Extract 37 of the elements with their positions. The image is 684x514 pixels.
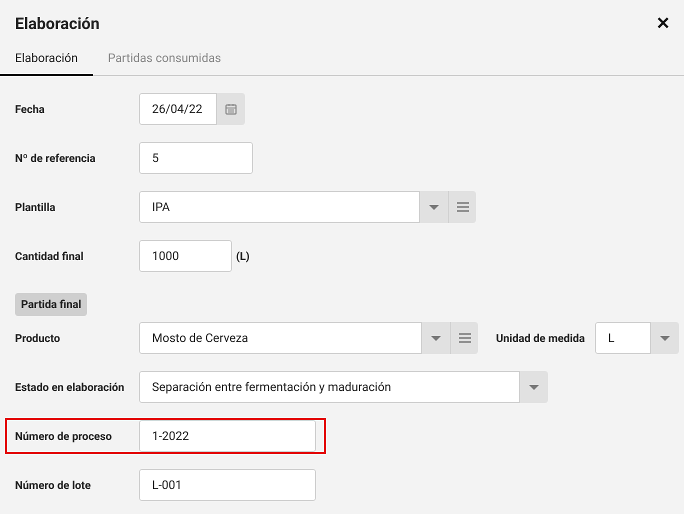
- tab[interactable]: Elaboración: [0, 47, 93, 76]
- field-label: Producto: [15, 332, 62, 344]
- select-field[interactable]: IPA: [139, 191, 420, 223]
- menu-icon: [456, 202, 468, 212]
- text-field[interactable]: L-001: [139, 469, 316, 501]
- field-label: Unidad de medida: [496, 332, 586, 344]
- dropdown-button[interactable]: [651, 322, 679, 354]
- field-label: Plantilla: [15, 200, 56, 214]
- select-field[interactable]: Mosto de Cerveza: [139, 322, 422, 354]
- caret-icon: [429, 204, 439, 210]
- field-label: Número de proceso: [15, 430, 113, 442]
- list-button[interactable]: [448, 191, 476, 223]
- caret-icon: [660, 336, 670, 340]
- field-label: Nº de referencia: [15, 152, 97, 164]
- select-field[interactable]: L: [595, 322, 651, 354]
- select-field[interactable]: Separación entre fermentación y maduración: [139, 371, 520, 403]
- close-button[interactable]: ✕: [656, 12, 670, 34]
- text-field[interactable]: 1-2022: [139, 420, 316, 452]
- list-button[interactable]: [450, 322, 478, 354]
- section-tag: Partida final: [15, 292, 88, 316]
- calendar-button[interactable]: [217, 93, 245, 125]
- calendar-icon: [225, 103, 237, 115]
- dropdown-button[interactable]: [520, 371, 548, 403]
- dialog-title: Elaboración: [15, 14, 100, 32]
- field-label: Estado en elaboración: [15, 380, 126, 394]
- caret-icon: [529, 384, 539, 390]
- field-label: Cantidad final: [15, 250, 85, 262]
- field-label: Número de lote: [15, 478, 92, 492]
- field-label: Fecha: [15, 102, 46, 116]
- caret-icon: [431, 336, 441, 340]
- dropdown-button[interactable]: [420, 191, 448, 223]
- unit-label: (L): [236, 250, 250, 262]
- date-field[interactable]: 26/04/22: [139, 93, 217, 125]
- dropdown-button[interactable]: [422, 322, 450, 354]
- menu-icon: [458, 333, 470, 343]
- text-field[interactable]: 1000: [139, 240, 232, 272]
- text-field[interactable]: 5: [139, 142, 253, 174]
